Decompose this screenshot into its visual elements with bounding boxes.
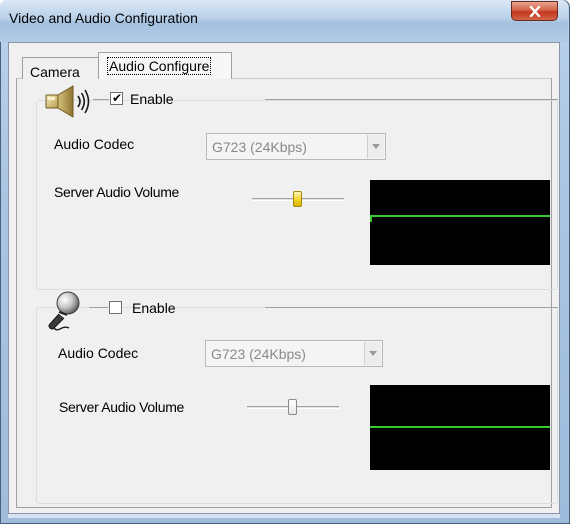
close-icon — [529, 5, 540, 17]
title-bar[interactable]: Video and Audio Configuration — [0, 0, 568, 42]
window-bottom-border — [8, 514, 560, 518]
speaker-audio-meter — [370, 180, 550, 265]
microphone-audio-codec-select[interactable]: G723 (24Kbps) — [205, 340, 383, 367]
microphone-enable-checkbox[interactable] — [109, 301, 122, 314]
microphone-icon — [48, 291, 80, 331]
close-button[interactable] — [511, 1, 558, 21]
checkmark-icon: ✔ — [112, 91, 123, 105]
speaker-enable-label[interactable]: Enable — [130, 91, 174, 107]
speaker-meter-signal-line — [370, 215, 550, 217]
speaker-volume-slider-thumb[interactable] — [293, 191, 302, 207]
microphone-meter-signal-line — [370, 426, 550, 428]
tab-camera-label: Camera — [30, 64, 80, 80]
microphone-legend-line — [265, 307, 558, 308]
microphone-audio-meter — [370, 385, 550, 470]
microphone-codec-dropdown-button[interactable] — [364, 342, 381, 365]
speaker-codec-dropdown-button[interactable] — [367, 135, 384, 158]
chevron-down-icon — [372, 144, 380, 149]
speaker-audio-codec-select[interactable]: G723 (24Kbps) — [206, 133, 386, 160]
speaker-icon — [45, 85, 90, 118]
speaker-legend-connector — [93, 99, 109, 100]
speaker-volume-label: Server Audio Volume — [54, 184, 180, 200]
speaker-enable-checkbox[interactable]: ✔ — [110, 92, 123, 105]
tab-audio-configure-label: Audio Configure — [107, 57, 212, 75]
speaker-audio-codec-label: Audio Codec — [54, 136, 135, 152]
microphone-audio-codec-label: Audio Codec — [58, 345, 139, 361]
microphone-audio-codec-value: G723 (24Kbps) — [211, 346, 306, 362]
window-title: Video and Audio Configuration — [9, 10, 198, 26]
microphone-enable-label[interactable]: Enable — [132, 300, 176, 316]
microphone-volume-label: Server Audio Volume — [59, 399, 185, 415]
tab-camera[interactable]: Camera — [22, 57, 99, 80]
microphone-legend-connector — [89, 307, 108, 308]
speaker-audio-codec-value: G723 (24Kbps) — [212, 139, 307, 155]
speaker-meter-signal-tick — [370, 215, 372, 222]
tab-audio-configure[interactable]: Audio Configure — [98, 52, 232, 79]
chevron-down-icon — [369, 351, 377, 356]
speaker-legend-line — [265, 99, 558, 100]
microphone-volume-slider-thumb[interactable] — [288, 399, 297, 415]
